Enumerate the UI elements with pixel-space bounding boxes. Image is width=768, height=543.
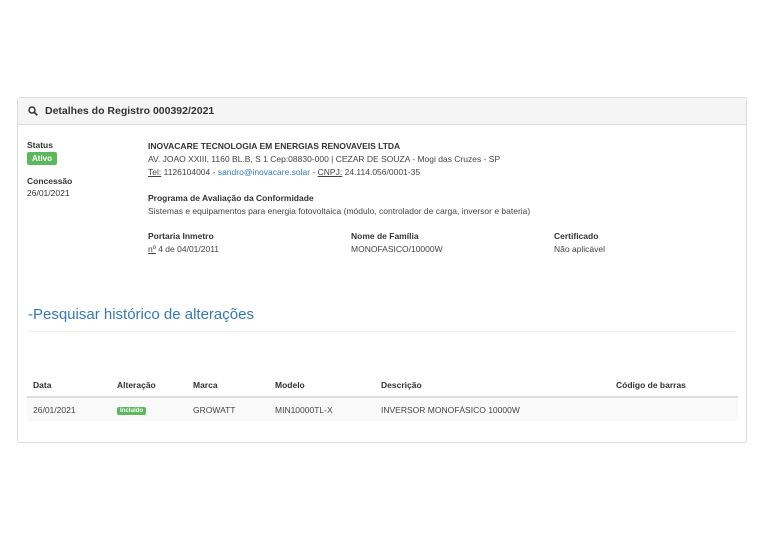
company-name: INOVACARE TECNOLOGIA EM ENERGIAS RENOVAV…: [148, 141, 401, 151]
program-info: Programa de Avaliação da Conformidade Si…: [148, 192, 530, 218]
history-search-toggle[interactable]: -Pesquisar histórico de alterações: [28, 306, 254, 323]
history-table: Data Alteração Marca Modelo Descrição Có…: [27, 374, 738, 421]
familia-label: Nome de Família: [351, 231, 419, 241]
cell-marca: GROWATT: [187, 397, 269, 421]
search-icon: [28, 106, 38, 116]
status-label: Status: [27, 140, 53, 150]
certificado-label: Certificado: [554, 231, 599, 241]
company-info: INOVACARE TECNOLOGIA EM ENERGIAS RENOVAV…: [148, 140, 500, 179]
table-header-row: Data Alteração Marca Modelo Descrição Có…: [27, 374, 738, 398]
tel-value: 1126104004: [163, 167, 211, 177]
portaria-label: Portaria Inmetro: [148, 231, 214, 241]
concessao-value: 26/01/2021: [27, 188, 70, 198]
cell-descricao: INVERSOR MONOFÁSICO 10000W: [375, 397, 610, 421]
tel-label: Tel:: [148, 167, 162, 177]
registro-panel: Detalhes do Registro 000392/2021 Status …: [17, 97, 747, 443]
status-badge: Ativo: [27, 152, 57, 165]
table-row: 26/01/2021 Incluído GROWATT MIN10000TL-X…: [27, 397, 738, 421]
familia-value: MONOFASICO/10000W: [351, 244, 443, 254]
concessao-label: Concessão: [27, 176, 73, 186]
portaria-prefix: nº: [148, 244, 156, 254]
cell-data: 26/01/2021: [27, 397, 111, 421]
col-modelo: Modelo: [269, 374, 375, 398]
cnpj-value: 24.114.056/0001-35: [344, 167, 421, 177]
col-codigo: Código de barras: [610, 374, 738, 398]
status-column: Status Ativo Concessão 26/01/2021: [27, 140, 72, 198]
panel-title: Detalhes do Registro 000392/2021: [45, 105, 215, 117]
cnpj-label: CNPJ:: [317, 167, 343, 177]
col-marca: Marca: [187, 374, 269, 398]
company-address: AV. JOAO XXIII, 1160 BL.B, S 1 Cep:08830…: [148, 154, 501, 164]
panel-header: Detalhes do Registro 000392/2021: [18, 98, 746, 125]
cell-codigo: [610, 397, 738, 421]
incluido-badge: Incluído: [117, 407, 146, 415]
portaria-value: 4 de 04/01/2011: [158, 244, 220, 254]
familia-info: Nome de Família MONOFASICO/10000W: [351, 230, 443, 256]
certificado-value: Não aplicável: [554, 244, 606, 254]
certificado-info: Certificado Não aplicável: [554, 230, 605, 256]
cell-modelo: MIN10000TL-X: [269, 397, 375, 421]
col-alteracao: Alteração: [111, 374, 187, 398]
col-descricao: Descrição: [375, 374, 610, 398]
divider: [28, 331, 736, 332]
program-value: Sistemas e equipamentos para energia fot…: [148, 206, 531, 216]
portaria-info: Portaria Inmetro nº 4 de 04/01/2011: [148, 230, 219, 256]
col-data: Data: [27, 374, 111, 398]
program-label: Programa de Avaliação da Conformidade: [148, 193, 314, 203]
cell-alteracao: Incluído: [111, 397, 187, 421]
company-contact: Tel: 1126104004 - sandro@inovacare.solar…: [148, 167, 421, 177]
email-link[interactable]: sandro@inovacare.solar: [218, 167, 310, 177]
